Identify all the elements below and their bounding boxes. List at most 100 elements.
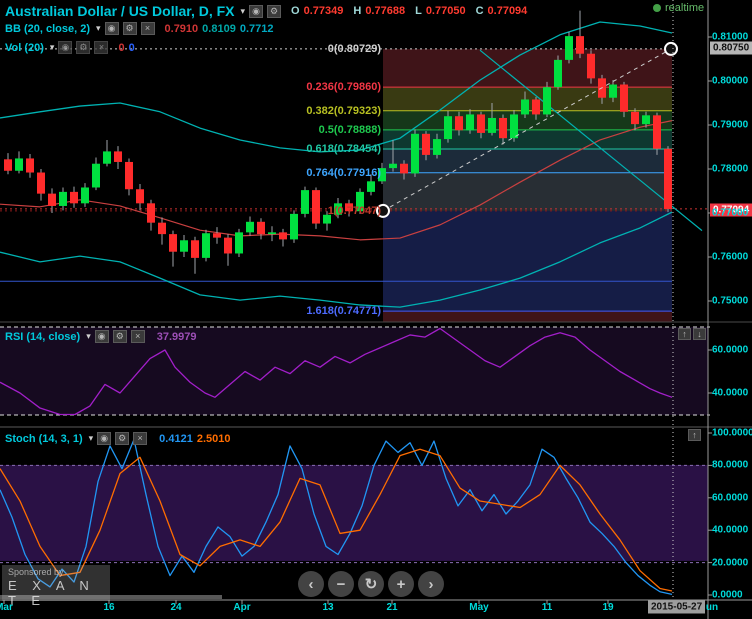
- candle[interactable]: [246, 221, 254, 233]
- candle[interactable]: [158, 222, 166, 235]
- rsi-dropdown-icon[interactable]: ▾: [86, 331, 91, 342]
- candle[interactable]: [235, 232, 243, 254]
- candle[interactable]: [543, 87, 551, 115]
- candle[interactable]: [587, 53, 595, 79]
- candle[interactable]: [59, 191, 67, 206]
- fib-level-label[interactable]: 0(0.80729): [328, 43, 381, 55]
- vol-indicator-label[interactable]: Vol (20): [5, 42, 44, 54]
- candle[interactable]: [565, 36, 573, 60]
- candle[interactable]: [213, 233, 221, 238]
- candle[interactable]: [576, 36, 584, 54]
- reset-view-button[interactable]: ↻: [358, 571, 384, 597]
- candle[interactable]: [312, 190, 320, 224]
- candle[interactable]: [114, 151, 122, 162]
- candle[interactable]: [521, 99, 529, 115]
- candle[interactable]: [433, 139, 441, 155]
- scroll-right-button[interactable]: ›: [418, 571, 444, 597]
- rsi-indicator-label[interactable]: RSI (14, close): [5, 331, 80, 343]
- fib-level-label[interactable]: 0.382(0.79323): [306, 105, 381, 117]
- gear-icon[interactable]: ⚙: [115, 432, 130, 445]
- candle[interactable]: [620, 84, 628, 112]
- bb-dropdown-icon[interactable]: ▾: [96, 23, 101, 34]
- candle[interactable]: [488, 117, 496, 133]
- pane-move-up-button[interactable]: ↑: [688, 429, 701, 441]
- candle[interactable]: [609, 84, 617, 98]
- gear-icon[interactable]: ⚙: [112, 330, 127, 343]
- candle[interactable]: [422, 133, 430, 155]
- fib-level-label[interactable]: 0.764(0.77916): [306, 167, 381, 179]
- symbol-title[interactable]: Australian Dollar / US Dollar, D, FX: [5, 3, 235, 19]
- eye-icon[interactable]: ◉: [97, 432, 112, 445]
- candle[interactable]: [37, 172, 45, 194]
- candle[interactable]: [103, 151, 111, 164]
- candle[interactable]: [191, 240, 199, 258]
- candle[interactable]: [554, 59, 562, 88]
- candle[interactable]: [400, 163, 408, 174]
- eye-icon[interactable]: ◉: [249, 4, 264, 18]
- candle[interactable]: [147, 203, 155, 223]
- candle[interactable]: [224, 237, 232, 254]
- candle[interactable]: [477, 114, 485, 133]
- candle[interactable]: [26, 158, 34, 173]
- vol-value-1: 0: [118, 41, 125, 54]
- close-icon[interactable]: ×: [94, 41, 109, 54]
- candle[interactable]: [631, 111, 639, 125]
- fib-handle[interactable]: [664, 41, 678, 56]
- gear-icon[interactable]: ⚙: [76, 41, 91, 54]
- fib-level-label[interactable]: 1.618(0.74771): [306, 305, 381, 317]
- candle[interactable]: [653, 115, 661, 149]
- fib-level-label[interactable]: 1(0.77047): [328, 205, 381, 217]
- candle[interactable]: [411, 133, 419, 174]
- candle[interactable]: [444, 116, 452, 140]
- candle[interactable]: [48, 193, 56, 206]
- candle[interactable]: [136, 189, 144, 204]
- candle[interactable]: [4, 159, 12, 171]
- symbol-dropdown-icon[interactable]: ▾: [241, 6, 246, 17]
- fib-level-label[interactable]: 0.236(0.79860): [306, 81, 381, 93]
- scroll-left-button[interactable]: ‹: [298, 571, 324, 597]
- stoch-indicator-label[interactable]: Stoch (14, 3, 1): [5, 433, 83, 445]
- symbol-header: Australian Dollar / US Dollar, D, FX ▾ ◉…: [5, 3, 527, 19]
- candle[interactable]: [642, 115, 650, 125]
- candle[interactable]: [499, 117, 507, 139]
- candle[interactable]: [367, 181, 375, 192]
- candle[interactable]: [466, 114, 474, 131]
- fib-level-label[interactable]: 0.618(0.78454): [306, 143, 381, 155]
- fib-level-label[interactable]: 0.5(0.78888): [319, 124, 381, 136]
- gear-icon[interactable]: ⚙: [122, 22, 137, 35]
- candle[interactable]: [125, 161, 133, 190]
- zoom-in-button[interactable]: +: [388, 571, 414, 597]
- pane-move-up-button[interactable]: ↑: [678, 328, 691, 340]
- gear-icon[interactable]: ⚙: [267, 4, 282, 18]
- candle[interactable]: [169, 234, 177, 252]
- candle[interactable]: [180, 240, 188, 252]
- candle[interactable]: [279, 232, 287, 240]
- close-icon[interactable]: ×: [133, 432, 148, 445]
- eye-icon[interactable]: ◉: [104, 22, 119, 35]
- zoom-out-button[interactable]: −: [328, 571, 354, 597]
- stoch-dropdown-icon[interactable]: ▾: [89, 433, 94, 444]
- candle[interactable]: [301, 190, 309, 214]
- close-icon[interactable]: ×: [130, 330, 145, 343]
- bb-indicator-label[interactable]: BB (20, close, 2): [5, 23, 90, 35]
- candle[interactable]: [268, 232, 276, 235]
- close-icon[interactable]: ×: [140, 22, 155, 35]
- candle[interactable]: [510, 114, 518, 139]
- candle[interactable]: [389, 163, 397, 169]
- pane-move-down-button[interactable]: ↓: [693, 328, 706, 340]
- candle[interactable]: [81, 187, 89, 204]
- candle[interactable]: [290, 213, 298, 240]
- candle[interactable]: [202, 233, 210, 258]
- eye-icon[interactable]: ◉: [94, 330, 109, 343]
- candle[interactable]: [70, 191, 78, 204]
- candle[interactable]: [664, 148, 672, 210]
- candle[interactable]: [455, 116, 463, 131]
- price-tick-label: 0.76000: [712, 251, 749, 263]
- eye-icon[interactable]: ◉: [58, 41, 73, 54]
- time-tick-label: 19: [602, 602, 614, 613]
- candle[interactable]: [532, 99, 540, 115]
- candle[interactable]: [15, 158, 23, 171]
- candle[interactable]: [257, 221, 265, 235]
- vol-dropdown-icon[interactable]: ▾: [50, 42, 55, 53]
- candle[interactable]: [92, 163, 100, 188]
